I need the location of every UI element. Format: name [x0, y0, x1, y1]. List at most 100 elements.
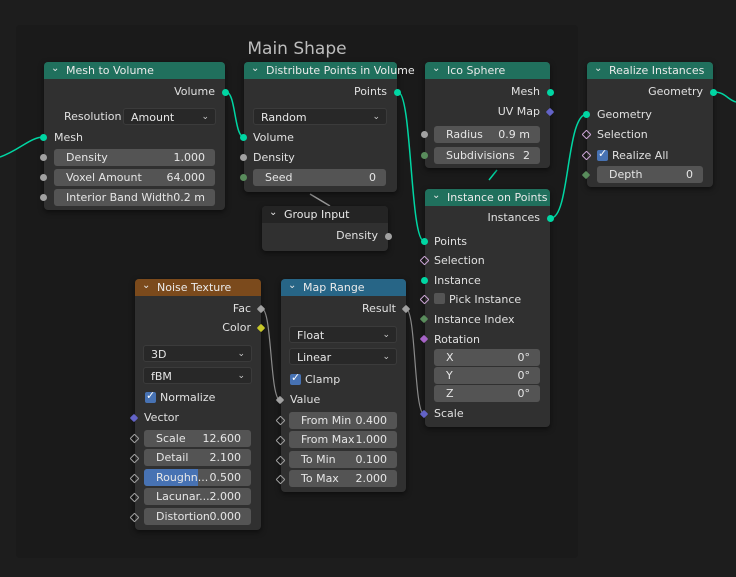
chevron-down-icon[interactable]: ⌄	[251, 63, 259, 74]
roughness-slider[interactable]: Roughn... 0.500	[144, 469, 251, 486]
lacunarity-field[interactable]: Lacunar... 2.000	[144, 488, 251, 505]
interpolation-dropdown[interactable]: Linear ⌄	[289, 348, 397, 365]
input-density-socket[interactable]	[40, 154, 47, 161]
scale-field[interactable]: Scale 12.600	[144, 430, 251, 447]
subdivisions-field[interactable]: Subdivisions 2	[434, 147, 540, 164]
input-mesh-socket[interactable]	[40, 134, 47, 141]
node-realize-instances[interactable]: ⌄ Realize Instances Geometry Geometry Se…	[581, 62, 717, 187]
node-header[interactable]: ⌄ Mesh to Volume	[44, 62, 225, 79]
node-title: Group Input	[284, 208, 350, 221]
output-points-socket[interactable]	[394, 89, 401, 96]
depth-label: Depth	[609, 168, 643, 181]
chevron-down-icon[interactable]: ⌄	[288, 280, 296, 291]
interpolation-value: Linear	[297, 351, 332, 364]
voxel-label: Voxel Amount	[66, 171, 142, 184]
node-header[interactable]: ⌄ Map Range	[281, 279, 406, 296]
chevron-down-icon[interactable]: ⌄	[142, 280, 150, 291]
input-seed-socket[interactable]	[240, 174, 247, 181]
radius-field[interactable]: Radius 0.9 m	[434, 126, 540, 143]
input-realize-all-socket[interactable]	[581, 150, 592, 161]
resolution-label: Resolution	[64, 110, 122, 123]
input-geometry-socket[interactable]	[583, 111, 590, 118]
output-instances-label: Instances	[487, 211, 540, 224]
chevron-down-icon: ⌄	[372, 112, 380, 122]
chevron-down-icon[interactable]: ⌄	[432, 190, 440, 201]
output-mesh-socket[interactable]	[547, 89, 554, 96]
node-noise-texture[interactable]: ⌄ Noise Texture Fac Color 3D ⌄ fBM ⌄ Nor…	[129, 279, 266, 530]
detail-field[interactable]: Detail 2.100	[144, 449, 251, 466]
input-density-socket[interactable]	[240, 154, 247, 161]
input-radius-socket[interactable]	[421, 131, 428, 138]
input-voxel-socket[interactable]	[40, 174, 47, 181]
from-min-field[interactable]: From Min 0.400	[289, 412, 397, 429]
node-title: Realize Instances	[609, 64, 705, 77]
input-points-socket[interactable]	[421, 238, 428, 245]
detail-value: 2.100	[209, 451, 242, 464]
output-mesh-label: Mesh	[511, 85, 540, 98]
input-geometry-label: Geometry	[597, 108, 652, 121]
node-mesh-to-volume[interactable]: ⌄ Mesh to Volume Volume Resolution Amoun…	[40, 62, 229, 210]
chevron-down-icon[interactable]: ⌄	[269, 207, 277, 218]
chevron-down-icon[interactable]: ⌄	[51, 63, 59, 74]
input-instance-label: Instance	[434, 274, 481, 287]
input-vector-label: Vector	[144, 411, 180, 424]
seed-field[interactable]: Seed 0	[253, 169, 386, 186]
clamp-checkbox[interactable]	[290, 371, 301, 385]
depth-field[interactable]: Depth 0	[597, 166, 703, 183]
rotation-z-field[interactable]: Z 0°	[434, 385, 540, 402]
node-distribute-points[interactable]: ⌄ Distribute Points in Volume Points Ran…	[240, 62, 415, 192]
noise-dimensions-dropdown[interactable]: 3D ⌄	[143, 345, 252, 362]
node-group-input[interactable]: ⌄ Group Input Density	[262, 206, 392, 251]
distribute-mode-dropdown[interactable]: Random ⌄	[253, 108, 387, 125]
input-band-socket[interactable]	[40, 194, 47, 201]
resolution-dropdown[interactable]: Amount ⌄	[123, 108, 216, 125]
input-depth-socket[interactable]	[581, 170, 591, 180]
node-ico-sphere[interactable]: ⌄ Ico Sphere Mesh UV Map Radius 0.9 m Su…	[421, 62, 555, 168]
scale-value: 12.600	[202, 432, 242, 445]
output-instances-socket[interactable]	[547, 215, 554, 222]
interior-band-width-field[interactable]: Interior Band Width 0.2 m	[54, 189, 215, 206]
node-header[interactable]: ⌄ Realize Instances	[587, 62, 713, 79]
lacunarity-label: Lacunar...	[156, 490, 210, 503]
to-max-field[interactable]: To Max 2.000	[289, 470, 397, 487]
seed-label: Seed	[265, 171, 293, 184]
map-range-type-value: Float	[297, 329, 325, 342]
normalize-checkbox[interactable]	[145, 389, 156, 403]
node-header[interactable]: ⌄ Ico Sphere	[425, 62, 550, 79]
node-header[interactable]: ⌄ Instance on Points	[425, 189, 550, 206]
chevron-down-icon[interactable]: ⌄	[432, 63, 440, 74]
output-density-socket[interactable]	[385, 233, 392, 240]
node-header[interactable]: ⌄ Group Input	[262, 206, 388, 223]
output-volume-socket[interactable]	[222, 89, 229, 96]
chevron-down-icon: ⌄	[382, 330, 390, 340]
input-mesh-label: Mesh	[54, 131, 83, 144]
input-volume-socket[interactable]	[240, 134, 247, 141]
output-volume-label: Volume	[174, 85, 215, 98]
realize-all-checkbox[interactable]	[597, 147, 608, 161]
voxel-amount-field[interactable]: Voxel Amount 64.000	[54, 169, 215, 186]
distortion-field[interactable]: Distortion 0.000	[144, 508, 251, 525]
input-selection-socket[interactable]	[581, 129, 592, 140]
link-geometry-out	[713, 91, 736, 103]
output-geometry-label: Geometry	[648, 85, 703, 98]
chevron-down-icon[interactable]: ⌄	[594, 63, 602, 74]
pick-instance-checkbox[interactable]	[434, 293, 445, 304]
rotation-y-field[interactable]: Y 0°	[434, 367, 540, 384]
from-min-value: 0.400	[355, 414, 388, 427]
noise-type-dropdown[interactable]: fBM ⌄	[143, 367, 252, 384]
output-geometry-socket[interactable]	[710, 89, 717, 96]
node-instance-on-points[interactable]: ⌄ Instance on Points Instances Points Se…	[419, 189, 554, 427]
input-subdiv-socket[interactable]	[421, 152, 428, 159]
detail-label: Detail	[156, 451, 189, 464]
from-min-label: From Min	[301, 414, 352, 427]
density-field[interactable]: Density 1.000	[54, 149, 215, 166]
node-map-range[interactable]: ⌄ Map Range Result Float ⌄ Linear ⌄ Clam…	[275, 279, 411, 492]
rotation-x-field[interactable]: X 0°	[434, 349, 540, 366]
node-header[interactable]: ⌄ Noise Texture	[135, 279, 261, 296]
node-header[interactable]: ⌄ Distribute Points in Volume	[244, 62, 415, 79]
input-instance-socket[interactable]	[421, 277, 428, 284]
distortion-value: 0.000	[209, 510, 242, 523]
to-min-field[interactable]: To Min 0.100	[289, 451, 397, 468]
from-max-field[interactable]: From Max 1.000	[289, 431, 397, 448]
map-range-type-dropdown[interactable]: Float ⌄	[289, 326, 397, 343]
